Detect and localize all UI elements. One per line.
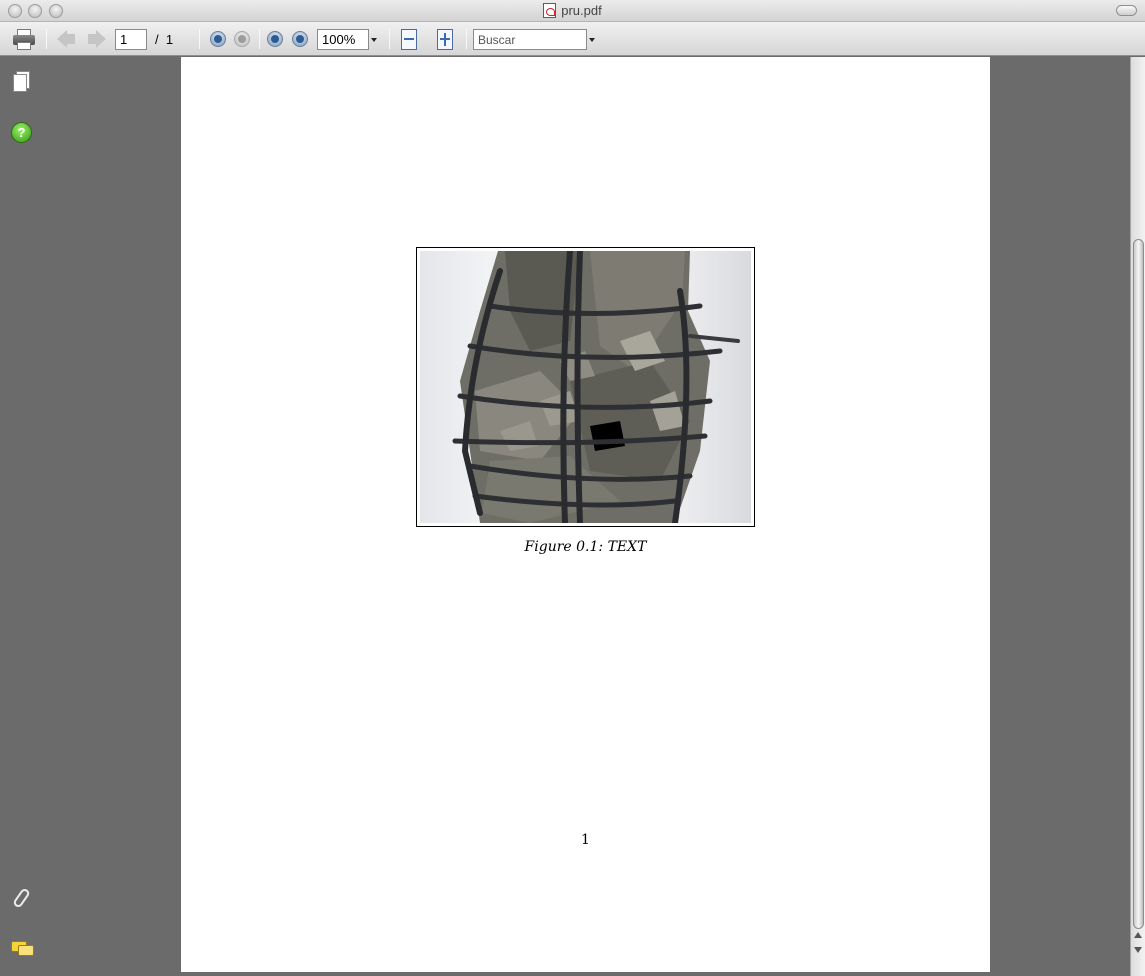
pdf-file-icon <box>543 3 557 18</box>
next-view-icon[interactable] <box>234 31 250 47</box>
scroll-down-icon[interactable] <box>1134 947 1142 953</box>
page-count: / 1 <box>155 32 173 47</box>
fit-page-icon[interactable] <box>437 29 453 50</box>
printer-icon[interactable] <box>12 27 36 51</box>
window-title-text: pru.pdf <box>561 3 602 18</box>
toolbar: 1 / 1 100% Buscar <box>0 22 1145 56</box>
page-number: 1 <box>581 832 590 848</box>
toolbar-separator <box>466 29 467 49</box>
arrow-right-icon[interactable] <box>86 27 108 51</box>
toolbar-separator <box>259 29 260 49</box>
vertical-scrollbar[interactable] <box>1130 57 1145 976</box>
toolbar-separator <box>389 29 390 49</box>
fit-width-icon[interactable] <box>401 29 417 50</box>
arrow-left-icon[interactable] <box>56 27 78 51</box>
figure-image <box>420 251 751 523</box>
page-separator: / <box>155 32 159 47</box>
window-title: pru.pdf <box>0 3 1145 18</box>
page-total: 1 <box>165 32 174 47</box>
navigation-sidebar: ? <box>0 57 44 976</box>
previous-view-icon[interactable] <box>210 31 226 47</box>
pdf-page: Figure 0.1: TEXT 1 <box>181 57 990 972</box>
title-bar: pru.pdf <box>0 0 1145 22</box>
comments-icon[interactable] <box>11 941 35 957</box>
help-icon[interactable]: ? <box>11 122 32 143</box>
toolbar-separator <box>46 29 47 49</box>
page-number-input[interactable]: 1 <box>115 29 147 50</box>
figure-frame <box>416 247 755 527</box>
zoom-out-icon[interactable] <box>267 31 283 47</box>
pages-icon[interactable] <box>13 71 30 92</box>
zoom-input[interactable]: 100% <box>317 29 369 50</box>
zoom-dropdown-icon[interactable] <box>371 38 377 42</box>
zoom-in-icon[interactable] <box>292 31 308 47</box>
search-dropdown-icon[interactable] <box>589 38 595 42</box>
toolbar-toggle-button[interactable] <box>1116 5 1137 16</box>
document-area[interactable]: Figure 0.1: TEXT 1 <box>44 57 1130 976</box>
scrollbar-thumb[interactable] <box>1133 239 1144 929</box>
search-input[interactable]: Buscar <box>473 29 587 50</box>
figure-caption: Figure 0.1: TEXT <box>524 539 647 555</box>
toolbar-separator <box>199 29 200 49</box>
scroll-up-icon[interactable] <box>1134 932 1142 938</box>
paperclip-icon[interactable] <box>12 887 31 910</box>
